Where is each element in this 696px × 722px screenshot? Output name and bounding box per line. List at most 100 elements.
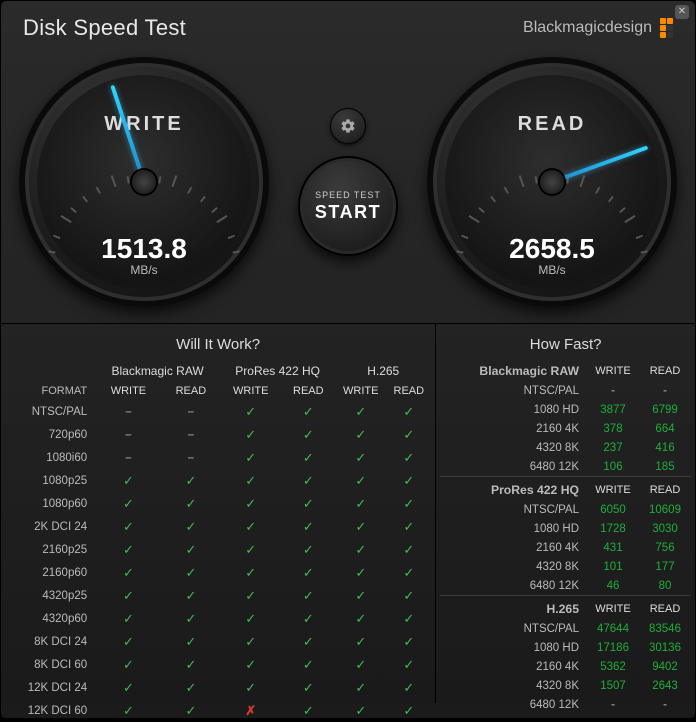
format-label: 1080p25	[5, 469, 95, 492]
table-row: 1080 HD1718630136	[440, 638, 691, 657]
write-fps: 5362	[587, 657, 639, 676]
how-fast-heading: How Fast?	[440, 332, 691, 361]
result-cell: ✓	[220, 446, 281, 469]
how-fast-panel: How Fast? Blackmagic RAWWRITEREADNTSC/PA…	[436, 324, 695, 703]
result-cell: ✓	[281, 423, 335, 446]
result-cell: ✓	[281, 469, 335, 492]
check-icon: ✓	[123, 519, 134, 534]
write-fps: -	[587, 381, 639, 400]
read-fps: 3030	[639, 519, 691, 538]
resolution-label: 4320 8K	[440, 438, 587, 457]
result-cell: ✓	[335, 400, 386, 423]
dash-icon: –	[188, 452, 194, 464]
format-label: 12K DCI 24	[5, 676, 95, 699]
table-row: 720p60––✓✓✓✓	[5, 423, 431, 446]
read-value: 2658.5	[427, 233, 677, 265]
check-icon: ✓	[245, 611, 256, 626]
write-fps: 431	[587, 538, 639, 557]
format-label: NTSC/PAL	[5, 400, 95, 423]
sub-header: WRITE	[587, 361, 639, 381]
check-icon: ✓	[123, 496, 134, 511]
tables-area: Will It Work? Blackmagic RAWProRes 422 H…	[1, 323, 695, 703]
format-label: 720p60	[5, 423, 95, 446]
resolution-label: 6480 12K	[440, 457, 587, 477]
resolution-label: 2160 4K	[440, 657, 587, 676]
check-icon: ✓	[185, 611, 196, 626]
result-cell: ✓	[220, 561, 281, 584]
result-cell: ✓	[281, 584, 335, 607]
format-label: 8K DCI 24	[5, 630, 95, 653]
check-icon: ✓	[303, 680, 314, 695]
will-it-work-heading: Will It Work?	[5, 332, 431, 361]
write-fps: -	[587, 695, 639, 714]
result-cell: ✓	[95, 676, 162, 699]
check-icon: ✓	[123, 588, 134, 603]
result-cell: ✓	[95, 469, 162, 492]
table-row: NTSC/PAL605010609	[440, 500, 691, 519]
check-icon: ✓	[355, 703, 366, 718]
result-cell: ✓	[281, 538, 335, 561]
table-row: 1080 HD38776799	[440, 400, 691, 419]
resolution-label: NTSC/PAL	[440, 500, 587, 519]
check-icon: ✓	[355, 657, 366, 672]
check-icon: ✓	[403, 496, 414, 511]
check-icon: ✓	[403, 657, 414, 672]
format-label: 1080p60	[5, 492, 95, 515]
codec-header: H.265	[335, 361, 431, 382]
read-fps: -	[639, 381, 691, 400]
result-cell: ✓	[220, 630, 281, 653]
check-icon: ✓	[245, 657, 256, 672]
check-icon: ✓	[355, 565, 366, 580]
close-icon[interactable]: ✕	[675, 5, 689, 19]
check-icon: ✓	[245, 542, 256, 557]
result-cell: ✓	[95, 538, 162, 561]
result-cell: –	[162, 423, 220, 446]
table-row: 2160p60✓✓✓✓✓✓	[5, 561, 431, 584]
format-label: 2160p25	[5, 538, 95, 561]
result-cell: ✓	[220, 607, 281, 630]
resolution-label: 2160 4K	[440, 419, 587, 438]
result-cell: ✓	[95, 492, 162, 515]
table-row: NTSC/PAL––✓✓✓✓	[5, 400, 431, 423]
write-fps: 101	[587, 557, 639, 576]
dash-icon: –	[125, 452, 131, 464]
resolution-label: NTSC/PAL	[440, 381, 587, 400]
result-cell: ✓	[95, 515, 162, 538]
app-title: Disk Speed Test	[23, 15, 186, 41]
result-cell: ✓	[281, 400, 335, 423]
check-icon: ✓	[403, 611, 414, 626]
read-fps: 185	[639, 457, 691, 477]
result-cell: ✓	[335, 423, 386, 446]
result-cell: ✓	[335, 446, 386, 469]
result-cell: ✓	[220, 469, 281, 492]
check-icon: ✓	[403, 450, 414, 465]
table-row: NTSC/PAL--	[440, 381, 691, 400]
result-cell: ✓	[162, 653, 220, 676]
write-fps: 47644	[587, 619, 639, 638]
write-unit: MB/s	[19, 263, 269, 277]
how-fast-table: Blackmagic RAWWRITEREADNTSC/PAL--1080 HD…	[440, 361, 691, 714]
result-cell: ✓	[281, 607, 335, 630]
read-fps: 416	[639, 438, 691, 457]
write-fps: 237	[587, 438, 639, 457]
resolution-label: 6480 12K	[440, 695, 587, 714]
check-icon: ✓	[303, 542, 314, 557]
check-icon: ✓	[403, 542, 414, 557]
result-cell: ✓	[220, 584, 281, 607]
result-cell: ✓	[220, 676, 281, 699]
read-gauge: READ 2658.5 MB/s	[427, 57, 677, 307]
result-cell: ✓	[162, 584, 220, 607]
result-cell: ✓	[220, 515, 281, 538]
sub-header: READ	[281, 382, 335, 400]
settings-button[interactable]	[330, 108, 366, 144]
check-icon: ✓	[403, 703, 414, 718]
gear-icon	[340, 118, 356, 134]
read-fps: 9402	[639, 657, 691, 676]
result-cell: ✓	[386, 423, 431, 446]
start-subtitle: SPEED TEST	[315, 190, 381, 200]
check-icon: ✓	[303, 450, 314, 465]
check-icon: ✓	[355, 634, 366, 649]
sub-header: WRITE	[95, 382, 162, 400]
start-button[interactable]: SPEED TEST START	[298, 156, 398, 256]
write-gauge: WRITE 1513.8 MB/s	[19, 57, 269, 307]
